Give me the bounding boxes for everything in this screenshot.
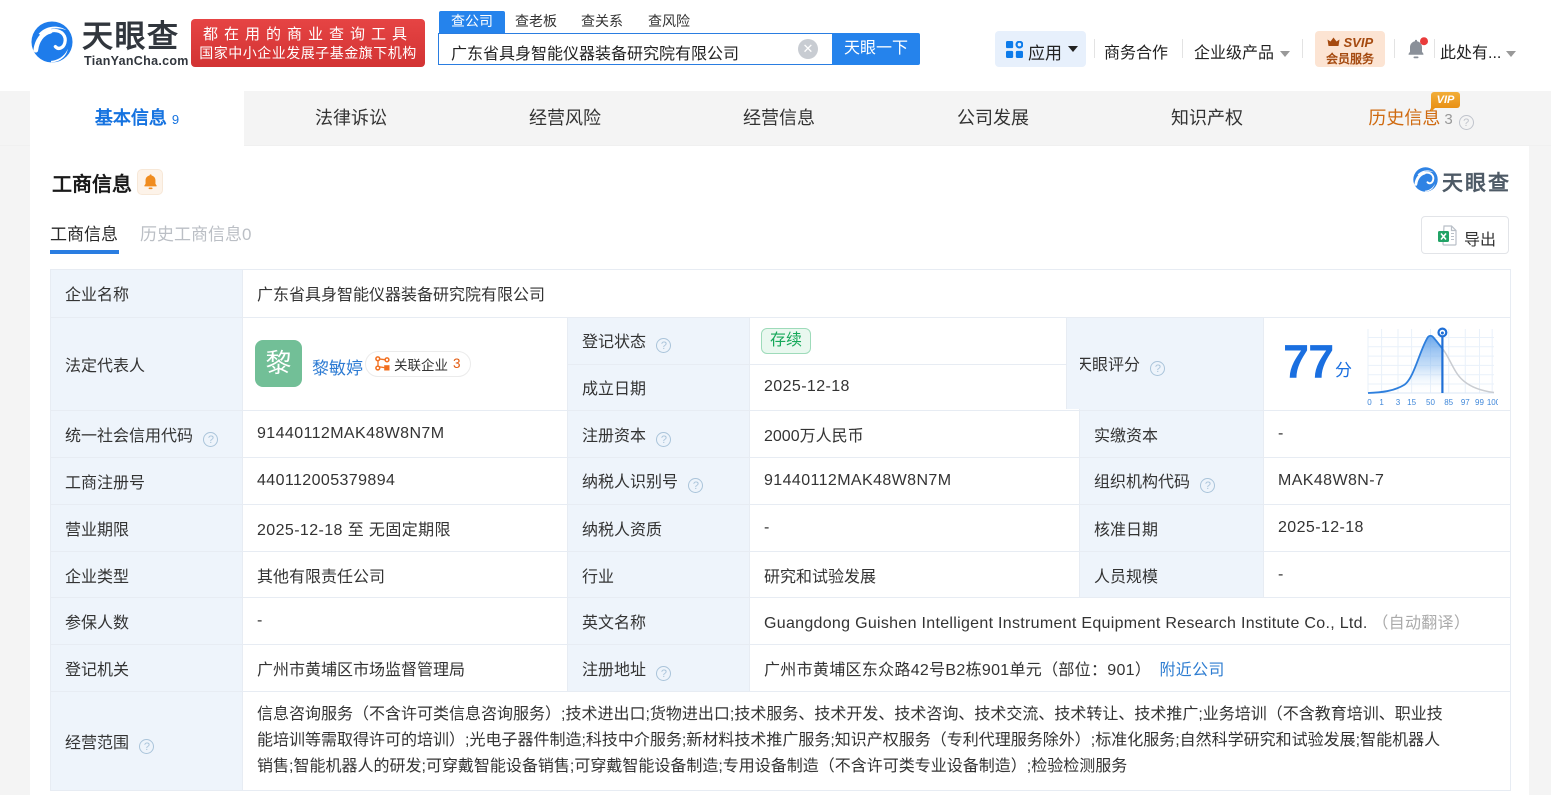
svg-text:1: 1 [1379, 398, 1384, 407]
svg-text:100: 100 [1487, 398, 1498, 407]
svg-text:99: 99 [1475, 398, 1484, 407]
svg-text:50: 50 [1426, 398, 1435, 407]
svg-text:85: 85 [1444, 398, 1453, 407]
svg-text:97: 97 [1461, 398, 1470, 407]
svg-text:3: 3 [1396, 398, 1401, 407]
svg-text:0: 0 [1367, 398, 1372, 407]
svg-text:15: 15 [1407, 398, 1416, 407]
